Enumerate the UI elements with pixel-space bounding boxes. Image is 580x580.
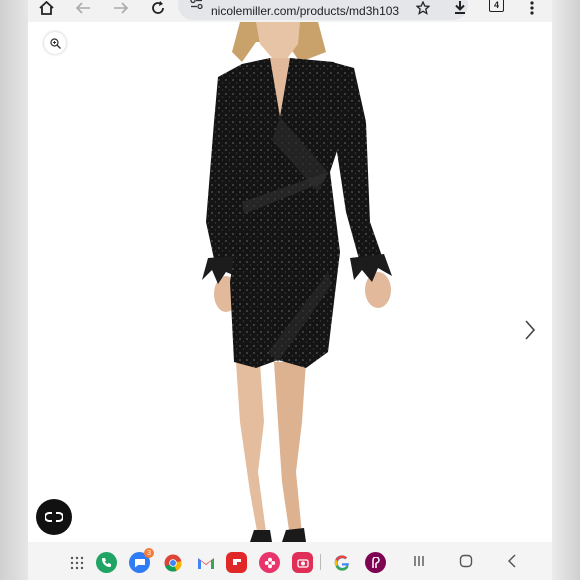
blossom-app-icon[interactable] bbox=[259, 552, 280, 573]
next-image-button[interactable] bbox=[522, 318, 538, 342]
back-nav-button[interactable] bbox=[507, 554, 517, 570]
messages-badge: 3 bbox=[144, 548, 154, 558]
dock-divider bbox=[320, 554, 321, 570]
poshmark-app-icon[interactable] bbox=[365, 552, 386, 573]
home-nav-button[interactable] bbox=[459, 554, 473, 570]
download-icon[interactable] bbox=[450, 0, 470, 16]
recent-apps-button[interactable] bbox=[412, 554, 426, 570]
right-blur-edge bbox=[552, 0, 580, 580]
flipboard-app-icon[interactable] bbox=[226, 552, 247, 573]
phone-app-icon[interactable] bbox=[96, 552, 117, 573]
url-text: nicolemiller.com/products/md3h103 bbox=[211, 4, 400, 18]
camera-app-icon[interactable] bbox=[292, 552, 313, 573]
chrome-app-icon[interactable] bbox=[162, 552, 183, 573]
product-gallery[interactable] bbox=[28, 22, 552, 542]
google-app-icon[interactable] bbox=[331, 552, 352, 573]
back-arrow-icon[interactable] bbox=[73, 0, 93, 16]
browser-toolbar: nicolemiller.com/products/md3h103 4 bbox=[28, 0, 552, 22]
site-settings-icon[interactable] bbox=[190, 0, 203, 14]
bookmark-star-icon[interactable] bbox=[413, 0, 433, 16]
tab-switcher-button[interactable]: 4 bbox=[489, 0, 504, 12]
product-photo bbox=[202, 22, 392, 542]
chat-link-icon bbox=[45, 512, 63, 522]
phone-screen: nicolemiller.com/products/md3h103 4 3 bbox=[28, 0, 552, 580]
apps-grid-icon[interactable] bbox=[66, 552, 87, 573]
home-icon[interactable] bbox=[36, 0, 56, 16]
forward-arrow-icon[interactable] bbox=[110, 0, 130, 16]
chat-button[interactable] bbox=[36, 499, 72, 535]
zoom-in-icon bbox=[49, 37, 61, 49]
more-menu-icon[interactable] bbox=[525, 0, 539, 16]
reload-icon[interactable] bbox=[148, 0, 168, 16]
zoom-button[interactable] bbox=[44, 32, 66, 54]
chevron-right-icon bbox=[525, 320, 536, 340]
gmail-app-icon[interactable] bbox=[195, 552, 216, 573]
android-navigation-bar: 3 bbox=[28, 542, 552, 580]
messages-app-icon[interactable]: 3 bbox=[129, 548, 154, 573]
left-blur-edge bbox=[0, 0, 28, 580]
